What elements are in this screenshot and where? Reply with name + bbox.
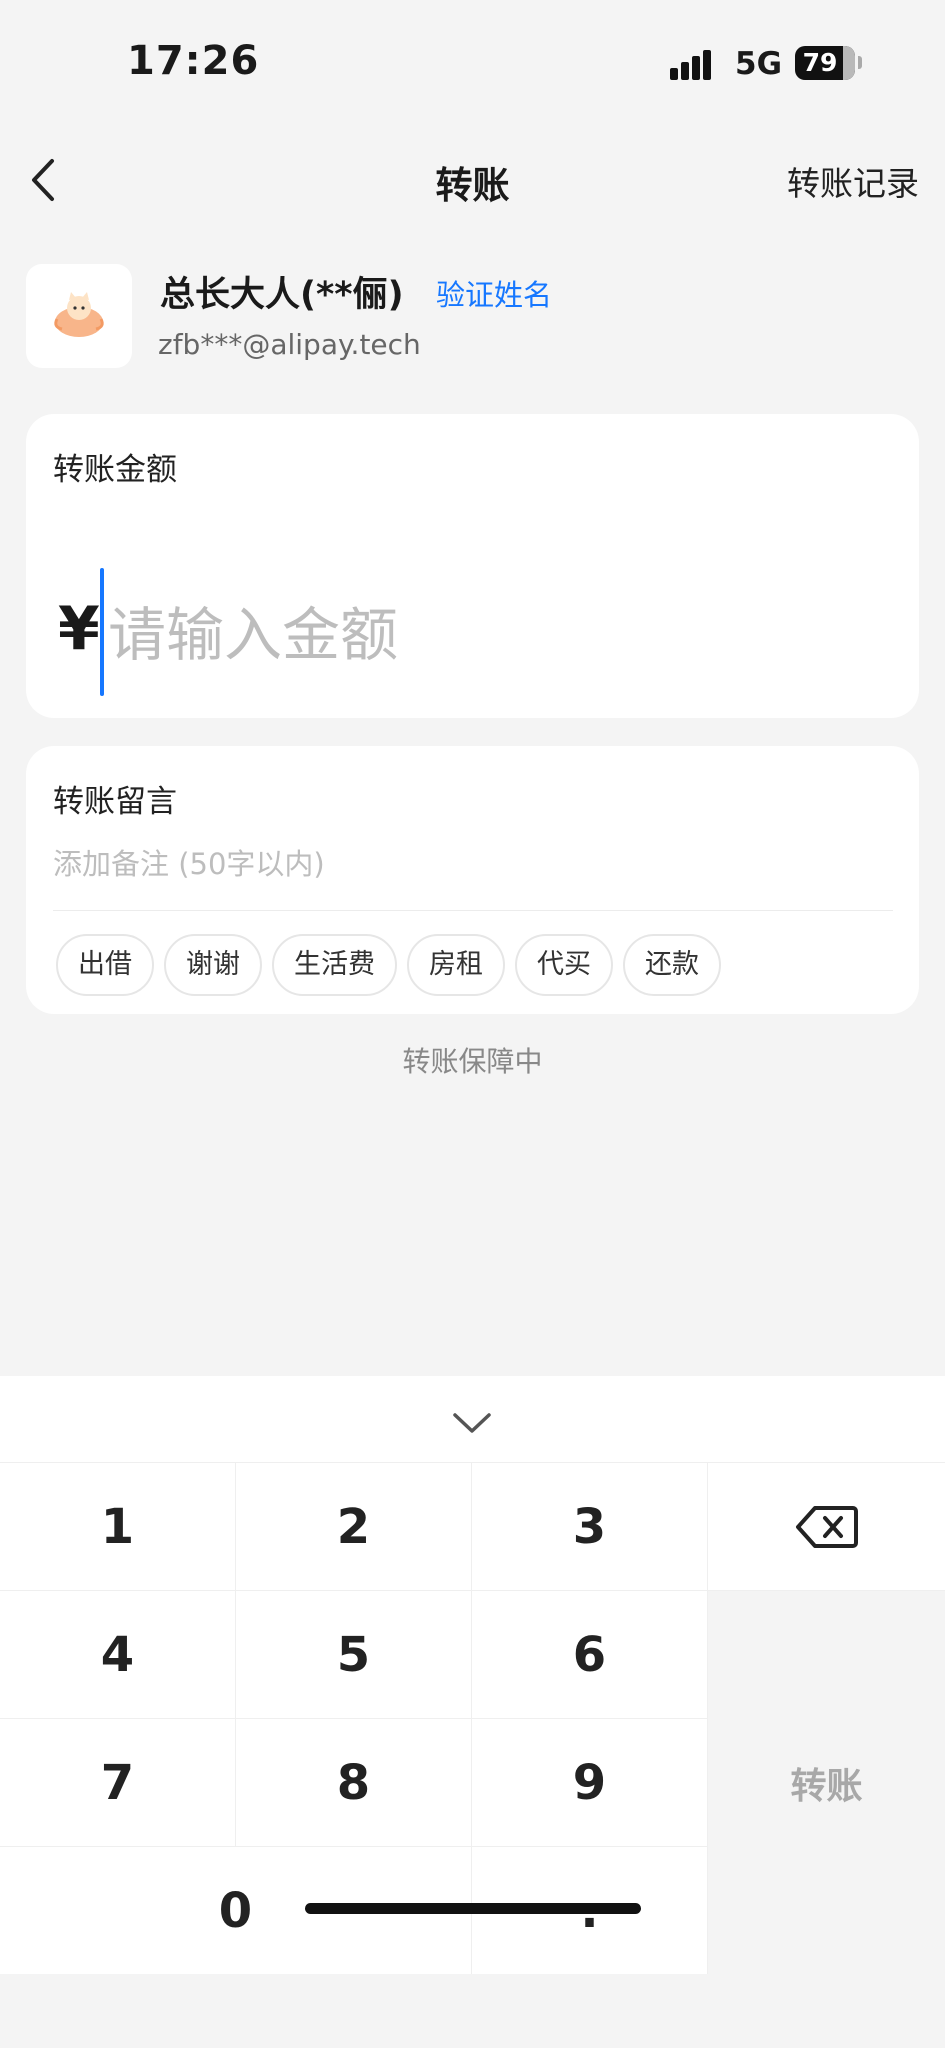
nav-bar: 转账 转账记录 xyxy=(0,135,945,225)
memo-card: 转账留言 出借 谢谢 生活费 房租 代买 还款 xyxy=(26,746,919,1014)
key-5[interactable]: 5 xyxy=(236,1590,472,1718)
key-3[interactable]: 3 xyxy=(472,1462,708,1590)
payee-name: 总长大人(**俪) xyxy=(160,275,404,315)
bottom-safe-area xyxy=(0,1974,945,2048)
divider xyxy=(53,910,893,911)
currency-symbol: ¥ xyxy=(58,594,100,664)
key-9[interactable]: 9 xyxy=(472,1718,708,1846)
signal-icon xyxy=(670,48,720,80)
status-bar: 17:26 5G 79 xyxy=(0,0,945,120)
network-label: 5G xyxy=(735,46,783,82)
memo-label: 转账留言 xyxy=(53,784,177,820)
memo-chip[interactable]: 房租 xyxy=(407,934,505,996)
key-grid: 1 2 3 4 5 6 7 8 9 0 . 转账 xyxy=(0,1462,945,1974)
verify-name-link[interactable]: 验证姓名 xyxy=(436,272,552,314)
amount-input[interactable] xyxy=(108,598,868,672)
payee-info: 总长大人(**俪) 验证姓名 zfb***@alipay.tech xyxy=(26,264,921,374)
collapse-keyboard-button[interactable] xyxy=(447,1406,497,1440)
memo-chip[interactable]: 还款 xyxy=(623,934,721,996)
avatar xyxy=(26,264,132,368)
backspace-icon xyxy=(795,1505,858,1548)
battery-icon: 79 xyxy=(795,46,855,80)
key-1[interactable]: 1 xyxy=(0,1462,236,1590)
battery-tip xyxy=(858,56,862,69)
memo-chip[interactable]: 出借 xyxy=(56,934,154,996)
text-caret xyxy=(100,568,104,696)
memo-input[interactable] xyxy=(53,842,893,886)
amount-card: 转账金额 ¥ xyxy=(26,414,919,718)
key-4[interactable]: 4 xyxy=(0,1590,236,1718)
memo-chip[interactable]: 生活费 xyxy=(272,934,397,996)
cat-avatar-icon xyxy=(54,292,104,337)
numeric-keyboard: 1 2 3 4 5 6 7 8 9 0 . 转账 xyxy=(0,1376,945,2048)
key-8[interactable]: 8 xyxy=(236,1718,472,1846)
payee-account: zfb***@alipay.tech xyxy=(158,328,421,361)
guarantee-text: 转账保障中 xyxy=(402,1045,543,1078)
memo-chips: 出借 谢谢 生活费 房租 代买 还款 xyxy=(56,934,721,996)
transfer-history-link[interactable]: 转账记录 xyxy=(787,157,919,205)
battery-level: 79 xyxy=(802,48,838,77)
key-7[interactable]: 7 xyxy=(0,1718,236,1846)
memo-chip[interactable]: 代买 xyxy=(515,934,613,996)
amount-label: 转账金额 xyxy=(53,452,177,488)
transfer-submit-button[interactable]: 转账 xyxy=(708,1590,945,1974)
chevron-down-icon xyxy=(453,1413,491,1433)
memo-chip[interactable]: 谢谢 xyxy=(164,934,262,996)
delete-key[interactable] xyxy=(708,1462,945,1590)
key-2[interactable]: 2 xyxy=(236,1462,472,1590)
key-6[interactable]: 6 xyxy=(472,1590,708,1718)
home-indicator xyxy=(305,1903,641,1914)
status-time: 17:26 xyxy=(127,38,260,84)
